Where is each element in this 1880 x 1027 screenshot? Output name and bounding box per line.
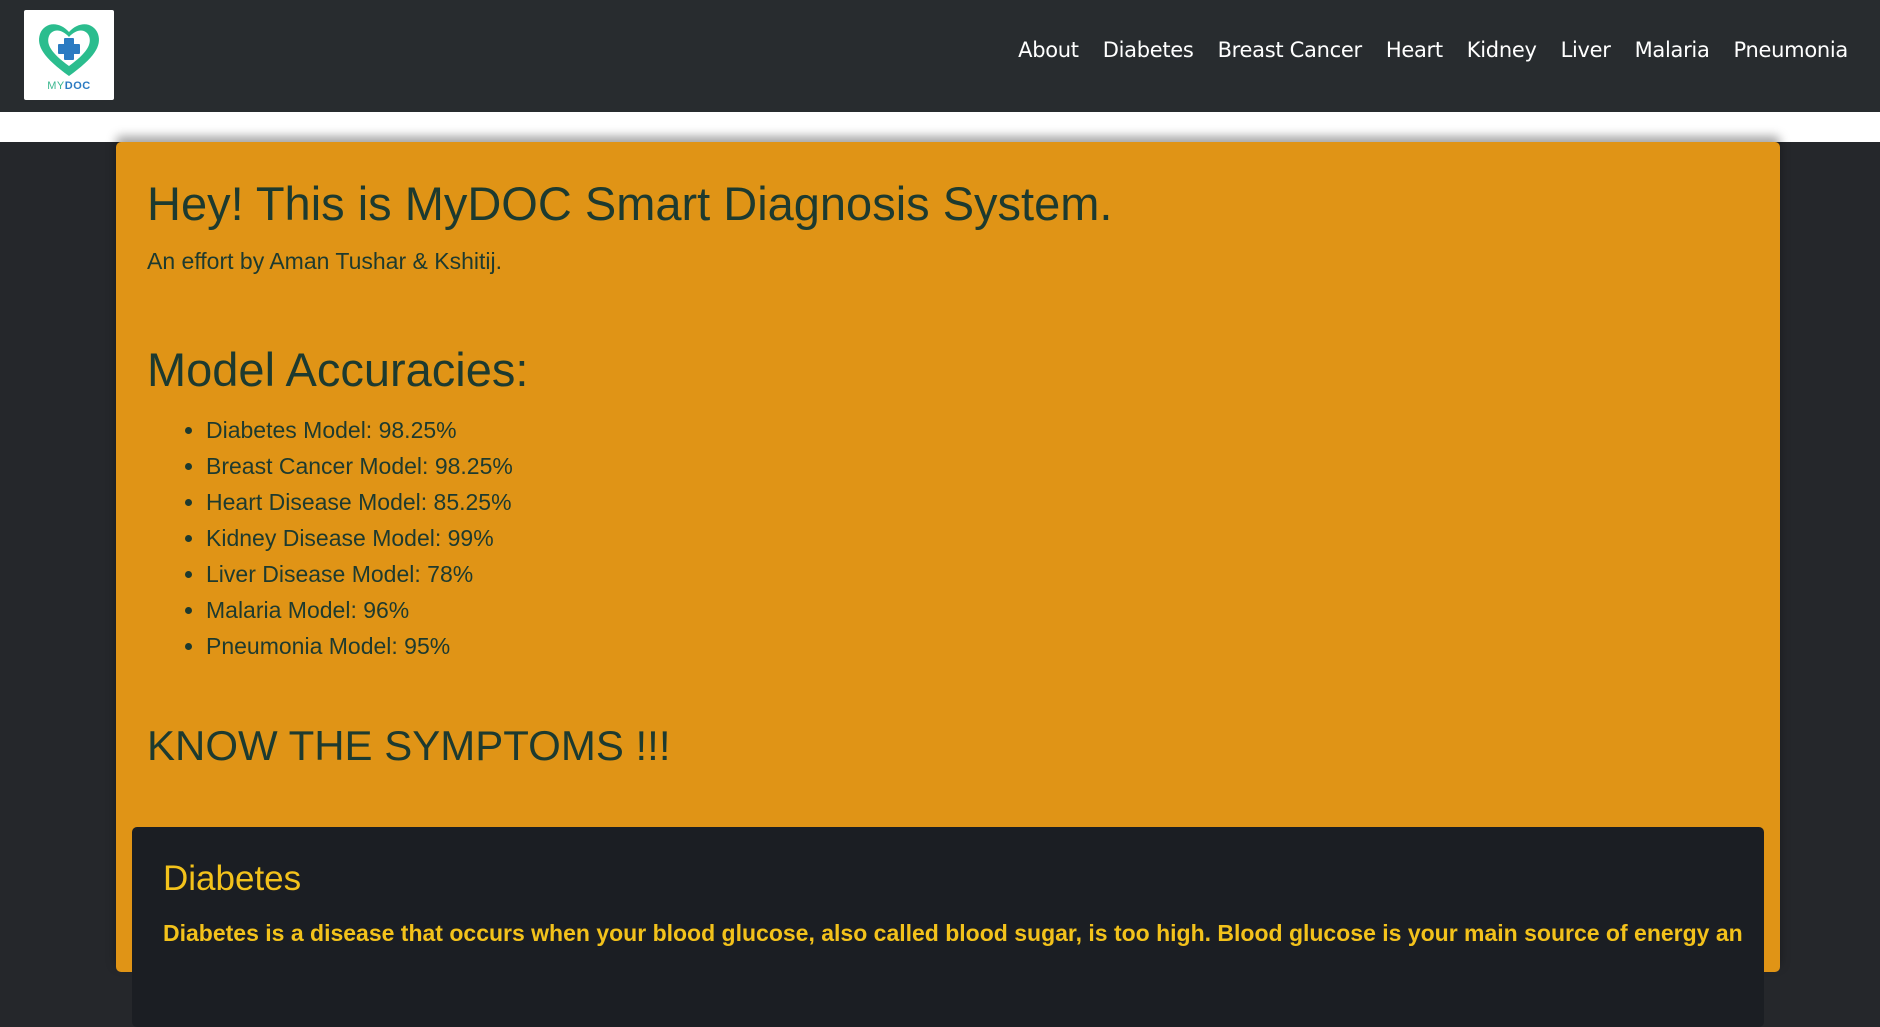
- nav-link-about[interactable]: About: [1006, 38, 1091, 62]
- nav-link-heart[interactable]: Heart: [1374, 38, 1455, 62]
- logo-wordmark: MYDOC: [47, 80, 91, 92]
- accuracy-item-breast-cancer: Breast Cancer Model: 98.25%: [206, 448, 513, 484]
- accuracy-item-malaria: Malaria Model: 96%: [206, 592, 513, 628]
- main-content-card: Hey! This is MyDOC Smart Diagnosis Syste…: [116, 142, 1780, 1027]
- accuracy-item-heart: Heart Disease Model: 85.25%: [206, 484, 513, 520]
- nav-link-liver[interactable]: Liver: [1549, 38, 1623, 62]
- accuracy-item-diabetes: Diabetes Model: 98.25%: [206, 412, 513, 448]
- accuracies-heading: Model Accuracies:: [147, 343, 529, 396]
- symptom-card-text: Diabetes is a disease that occurs when y…: [163, 920, 1743, 946]
- nav-link-diabetes[interactable]: Diabetes: [1091, 38, 1206, 62]
- heart-plus-icon: [39, 24, 99, 77]
- nav-link-kidney[interactable]: Kidney: [1455, 38, 1549, 62]
- symptoms-heading: KNOW THE SYMPTOMS !!!: [147, 722, 671, 769]
- nav-links: About Diabetes Breast Cancer Heart Kidne…: [1006, 38, 1860, 62]
- mydoc-logo[interactable]: MYDOC: [24, 10, 114, 100]
- nav-link-pneumonia[interactable]: Pneumonia: [1722, 38, 1860, 62]
- accuracy-item-liver: Liver Disease Model: 78%: [206, 556, 513, 592]
- accuracies-list: Diabetes Model: 98.25% Breast Cancer Mod…: [178, 412, 513, 664]
- header-divider-strip: [0, 112, 1880, 142]
- accuracy-item-kidney: Kidney Disease Model: 99%: [206, 520, 513, 556]
- nav-link-malaria[interactable]: Malaria: [1623, 38, 1722, 62]
- page-subtitle: An effort by Aman Tushar & Kshitij.: [147, 248, 502, 274]
- symptom-card-title: Diabetes: [163, 859, 302, 898]
- symptom-card-diabetes: Diabetes Diabetes is a disease that occu…: [132, 827, 1764, 1027]
- navbar: MYDOC About Diabetes Breast Cancer Heart…: [0, 0, 1880, 112]
- page-title: Hey! This is MyDOC Smart Diagnosis Syste…: [147, 177, 1113, 230]
- accuracy-item-pneumonia: Pneumonia Model: 95%: [206, 628, 513, 664]
- nav-link-breast-cancer[interactable]: Breast Cancer: [1206, 38, 1374, 62]
